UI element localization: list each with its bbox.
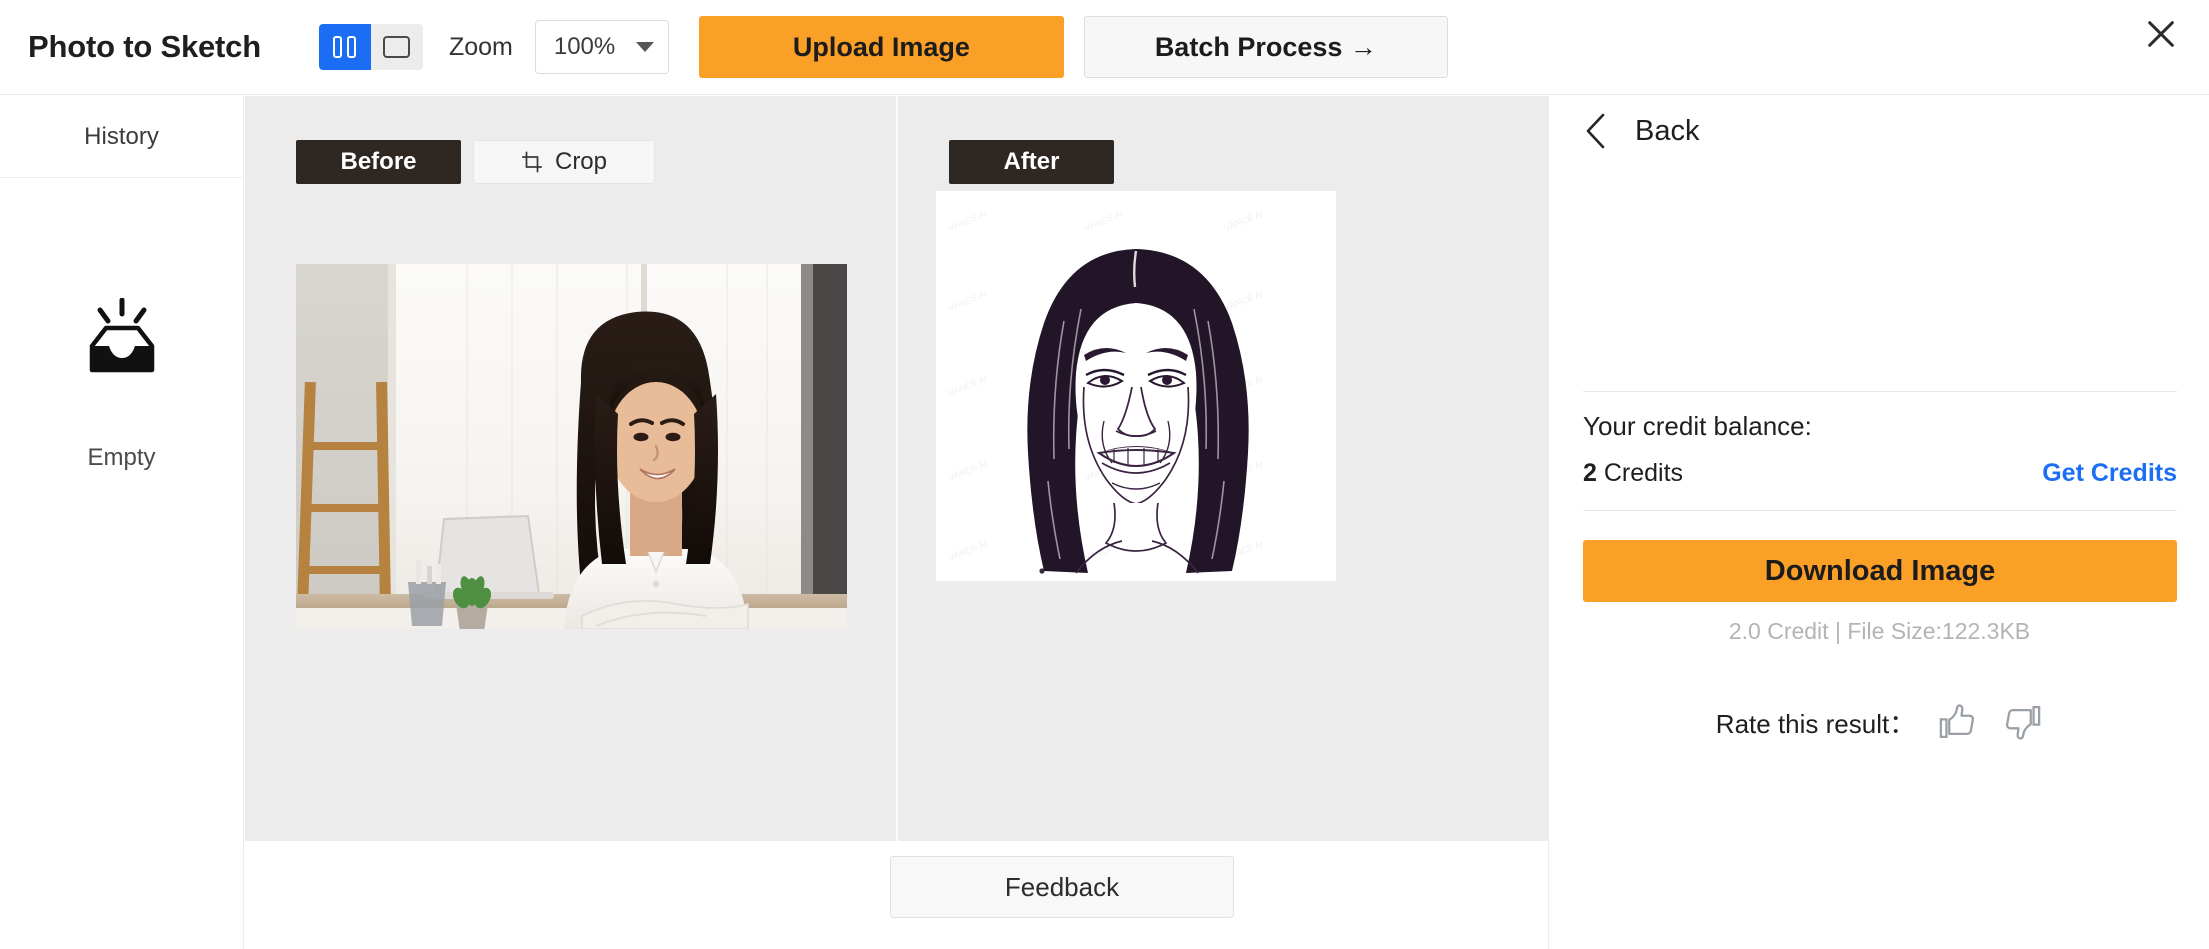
sidebar-header: History bbox=[0, 96, 243, 178]
credit-amount-value: 2 bbox=[1583, 459, 1597, 487]
crop-icon bbox=[521, 151, 543, 173]
get-credits-link[interactable]: Get Credits bbox=[2042, 459, 2177, 488]
thumb-down-icon[interactable] bbox=[2001, 701, 2043, 743]
workspace-footer: Feedback bbox=[245, 841, 1549, 949]
file-meta-label: 2.0 Credit | File Size:122.3KB bbox=[1550, 618, 2209, 645]
crop-label: Crop bbox=[555, 148, 607, 176]
panel-divider-bottom bbox=[1583, 510, 2177, 511]
after-image-frame: VANCE AI VANCE AI VANCE AI VANCE AI VANC… bbox=[936, 191, 1336, 581]
back-button[interactable]: Back bbox=[1583, 112, 1699, 150]
before-image[interactable] bbox=[296, 264, 847, 629]
chevron-down-icon bbox=[636, 42, 654, 52]
before-tabrow: Before Crop bbox=[296, 140, 655, 184]
image-workspace: Before Crop bbox=[245, 96, 1549, 841]
split-view-button[interactable] bbox=[319, 24, 371, 70]
view-mode-toggle[interactable] bbox=[319, 24, 423, 70]
credit-balance-title: Your credit balance: bbox=[1583, 411, 1812, 442]
panel-divider-top bbox=[1583, 391, 2177, 392]
single-view-icon bbox=[383, 36, 410, 58]
feedback-button[interactable]: Feedback bbox=[890, 856, 1234, 918]
history-sidebar: History Empty bbox=[0, 96, 244, 949]
before-photo-graphic bbox=[296, 264, 847, 629]
before-tag: Before bbox=[296, 140, 461, 184]
zoom-select[interactable]: 100% bbox=[535, 20, 669, 74]
thumb-up-icon[interactable] bbox=[1937, 701, 1979, 743]
after-tag: After bbox=[949, 140, 1114, 184]
crop-button[interactable]: Crop bbox=[473, 140, 655, 184]
rate-result-row: Rate this result： bbox=[1550, 701, 2209, 743]
upload-image-button[interactable]: Upload Image bbox=[699, 16, 1064, 78]
page-title: Photo to Sketch bbox=[28, 29, 261, 65]
zoom-label: Zoom bbox=[449, 33, 513, 62]
close-icon bbox=[2144, 17, 2178, 51]
sidebar-title: History bbox=[84, 123, 159, 151]
rate-label: Rate this result： bbox=[1716, 704, 1915, 741]
chevron-left-icon bbox=[1583, 112, 1609, 150]
after-tabrow: After bbox=[949, 140, 1114, 184]
after-pane: After VANCE AI VANCE AI VANCE AI VANCE A… bbox=[898, 96, 1549, 841]
close-button[interactable] bbox=[2137, 10, 2185, 58]
before-pane: Before Crop bbox=[245, 96, 896, 841]
empty-inbox-icon bbox=[76, 298, 168, 376]
download-image-button[interactable]: Download Image bbox=[1583, 540, 2177, 602]
after-image[interactable]: VANCE AI VANCE AI VANCE AI VANCE AI VANC… bbox=[936, 191, 1336, 581]
before-image-frame bbox=[296, 264, 847, 629]
history-empty-state: Empty bbox=[0, 298, 243, 472]
zoom-value: 100% bbox=[554, 33, 615, 61]
photo-to-sketch-app: Photo to Sketch Zoom 100% Upload Image B… bbox=[0, 0, 2209, 949]
empty-label: Empty bbox=[87, 444, 155, 472]
credit-amount: 2 Credits bbox=[1583, 459, 1683, 488]
credit-balance-row: 2 Credits Get Credits bbox=[1583, 459, 2177, 488]
result-panel: Back Your credit balance: 2 Credits Get … bbox=[1550, 96, 2209, 949]
back-label: Back bbox=[1635, 115, 1699, 148]
after-sketch-graphic: VANCE AI VANCE AI VANCE AI VANCE AI VANC… bbox=[936, 191, 1336, 581]
credit-amount-unit: Credits bbox=[1604, 459, 1683, 487]
app-header: Photo to Sketch Zoom 100% Upload Image B… bbox=[0, 0, 2209, 95]
batch-process-button[interactable]: Batch Process → bbox=[1084, 16, 1448, 78]
single-view-button[interactable] bbox=[371, 24, 423, 70]
split-view-icon bbox=[333, 36, 356, 58]
